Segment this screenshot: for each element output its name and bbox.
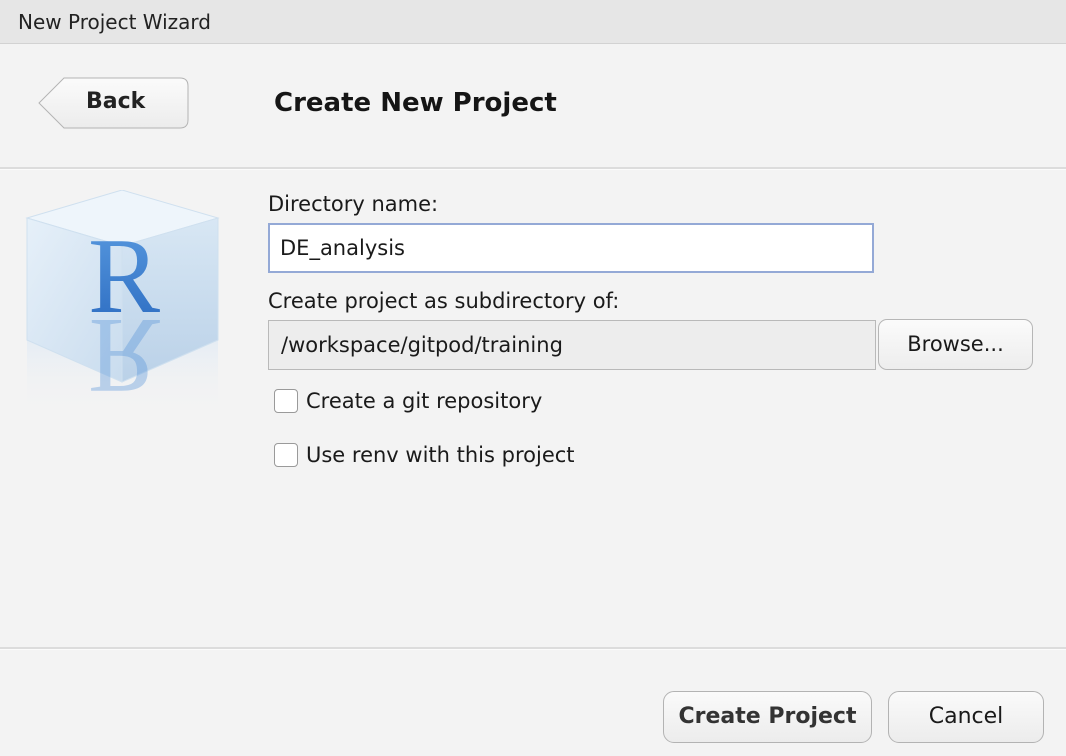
header-divider bbox=[0, 167, 1066, 170]
parent-directory-label: Create project as subdirectory of: bbox=[268, 289, 620, 313]
renv-label[interactable]: Use renv with this project bbox=[306, 443, 575, 467]
renv-option[interactable]: Use renv with this project bbox=[274, 440, 575, 470]
create-project-button[interactable]: Create Project bbox=[663, 691, 872, 743]
cancel-button[interactable]: Cancel bbox=[888, 691, 1044, 743]
page-title: Create New Project bbox=[274, 88, 557, 118]
git-repository-option[interactable]: Create a git repository bbox=[274, 386, 542, 416]
renv-checkbox[interactable] bbox=[274, 443, 298, 467]
footer-divider bbox=[0, 647, 1066, 650]
back-button[interactable]: Back bbox=[38, 77, 189, 129]
back-button-label: Back bbox=[86, 89, 146, 114]
git-repository-checkbox[interactable] bbox=[274, 389, 298, 413]
git-repository-label[interactable]: Create a git repository bbox=[306, 389, 542, 413]
parent-directory-field[interactable] bbox=[268, 320, 876, 370]
r-logo-cube-icon: R R bbox=[22, 189, 222, 420]
window-titlebar: New Project Wizard bbox=[0, 0, 1066, 44]
browse-button[interactable]: Browse... bbox=[878, 319, 1033, 370]
window-title: New Project Wizard bbox=[18, 10, 211, 34]
directory-name-label: Directory name: bbox=[268, 192, 439, 216]
r-logo-reflection: R bbox=[88, 296, 160, 415]
directory-name-input[interactable] bbox=[268, 223, 874, 273]
